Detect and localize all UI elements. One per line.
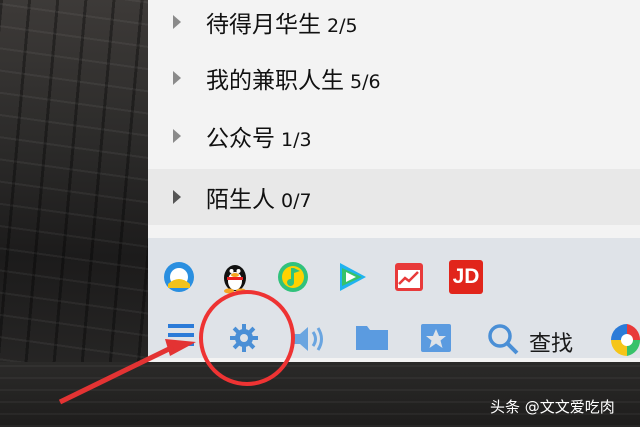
annotation-arrow	[58, 339, 196, 405]
watermark: 头条 @文文爱吃肉	[490, 398, 615, 416]
